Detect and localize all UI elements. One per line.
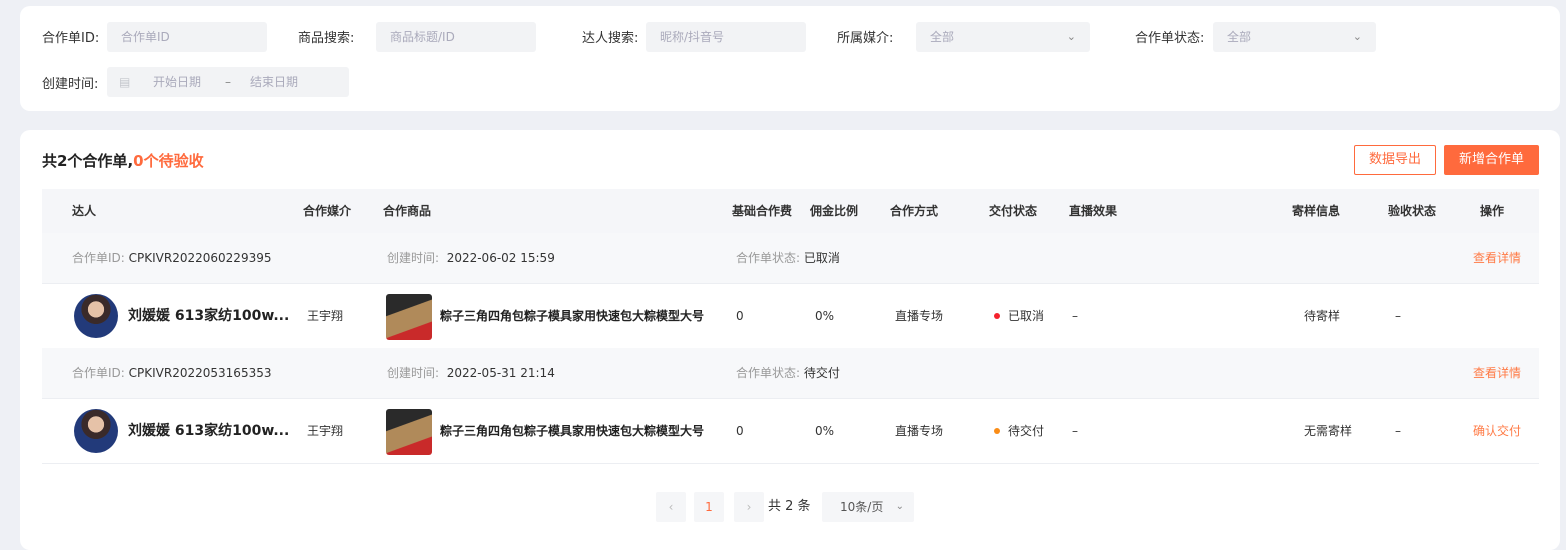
col-media: 合作媒介 [303,204,352,218]
col-sample-info: 寄样信息 [1292,204,1341,218]
status-select[interactable]: 全部 ⌄ [1213,22,1376,52]
chevron-down-icon: ⌄ [895,501,904,512]
media-name: 王宇翔 [307,309,344,323]
order-id-label: 合作单ID: [42,31,100,46]
status-select-value: 全部 [1227,30,1252,44]
table-header: 达人 合作媒介 合作商品 基础合作费 佣金比例 合作方式 交付状态 直播效果 寄… [42,189,1539,233]
col-actions: 操作 [1480,204,1505,218]
product-thumbnail [386,294,432,340]
col-base-fee: 基础合作费 [732,204,793,218]
start-date-input[interactable]: 开始日期 [153,67,201,97]
live-effect: – [1072,309,1078,323]
chevron-down-icon: ⌄ [1066,30,1076,43]
product-search-label: 商品搜索: [298,31,355,46]
media-label: 所属媒介: [837,31,894,46]
talent-search-label: 达人搜索: [582,31,639,46]
order-id: 合作单ID: CPKIVR2022060229395 [72,251,272,265]
talent-name[interactable]: 刘媛媛 613家纺100w... [128,284,289,348]
acceptance-status: – [1395,424,1401,438]
order-status: 合作单状态: 已取消 [736,251,840,265]
view-details-link[interactable]: 查看详情 [1473,233,1521,283]
status-dot-icon [994,427,1000,434]
sample-info: 待寄样 [1304,309,1341,323]
total-count: 共2个合作单, [42,152,134,170]
avatar [74,409,118,453]
avatar [74,294,118,338]
col-talent: 达人 [72,204,97,218]
commission: 0% [815,424,835,438]
col-delivery-status: 交付状态 [989,204,1038,218]
media-select[interactable]: 全部 ⌄ [916,22,1090,52]
view-details-link[interactable]: 查看详情 [1473,348,1521,398]
product-thumbnail [386,409,432,455]
delivery-status: 已取消 [994,284,1044,348]
col-commission: 佣金比例 [810,204,859,218]
table-row: 刘媛媛 613家纺100w... 王宇翔 粽子三角四角包粽子模具家用快速包大粽模… [42,284,1539,349]
page-size-value: 10条/页 [840,500,884,514]
media-name: 王宇翔 [307,424,344,438]
orders-panel: 共2个合作单,0个待验收 数据导出 新增合作单 达人 合作媒介 合作商品 基础合… [20,130,1560,550]
date-range-picker[interactable]: ▤ 开始日期 – 结束日期 [107,67,349,97]
prev-page-button[interactable]: ‹ [656,492,686,522]
order-status: 合作单状态: 待交付 [736,366,840,380]
status-label: 合作单状态: [1135,31,1205,46]
coop-mode: 直播专场 [895,424,944,438]
base-fee: 0 [736,424,744,438]
col-acceptance: 验收状态 [1388,204,1437,218]
col-live-effect: 直播效果 [1069,204,1118,218]
export-button[interactable]: 数据导出 [1354,145,1436,175]
order-meta-row: 合作单ID: CPKIVR2022060229395 创建时间: 2022-06… [42,233,1539,284]
order-id-input[interactable]: 合作单ID [107,22,267,52]
product-name[interactable]: 粽子三角四角包粽子模具家用快速包大粽模型大号 [440,399,704,463]
calendar-icon: ▤ [119,75,131,89]
acceptance-status: – [1395,309,1401,323]
add-order-button[interactable]: 新增合作单 [1444,145,1539,175]
col-coop-mode: 合作方式 [890,204,939,218]
table-row: 刘媛媛 613家纺100w... 王宇翔 粽子三角四角包粽子模具家用快速包大粽模… [42,399,1539,464]
pending-count: 0个待验收 [133,152,204,170]
date-separator: – [225,75,231,89]
confirm-delivery-link[interactable]: 确认交付 [1473,399,1521,463]
media-select-value: 全部 [930,30,955,44]
order-id: 合作单ID: CPKIVR2022053165353 [72,366,272,380]
coop-mode: 直播专场 [895,309,944,323]
page-1-button[interactable]: 1 [694,492,724,522]
orders-summary: 共2个合作单,0个待验收 [42,150,204,171]
talent-search-input[interactable]: 昵称/抖音号 [646,22,806,52]
commission: 0% [815,309,835,323]
created-time-label: 创建时间: [42,77,99,92]
col-product: 合作商品 [383,204,432,218]
next-page-button[interactable]: › [734,492,764,522]
filter-panel: 合作单ID: 合作单ID 商品搜索: 商品标题/ID 达人搜索: 昵称/抖音号 … [20,6,1560,111]
page-size-select[interactable]: 10条/页 ⌄ [822,492,914,522]
chevron-down-icon: ⌄ [1352,30,1362,43]
base-fee: 0 [736,309,744,323]
sample-info: 无需寄样 [1304,424,1353,438]
created-time: 创建时间: 2022-05-31 21:14 [387,366,555,380]
product-search-input[interactable]: 商品标题/ID [376,22,536,52]
talent-name[interactable]: 刘媛媛 613家纺100w... [128,399,289,463]
live-effect: – [1072,424,1078,438]
total-items: 共 2 条 [768,499,811,514]
end-date-input[interactable]: 结束日期 [250,67,298,97]
status-dot-icon [994,312,1000,319]
delivery-status: 待交付 [994,399,1044,463]
product-name[interactable]: 粽子三角四角包粽子模具家用快速包大粽模型大号 [440,284,704,348]
order-meta-row: 合作单ID: CPKIVR2022053165353 创建时间: 2022-05… [42,348,1539,399]
created-time: 创建时间: 2022-06-02 15:59 [387,251,555,265]
